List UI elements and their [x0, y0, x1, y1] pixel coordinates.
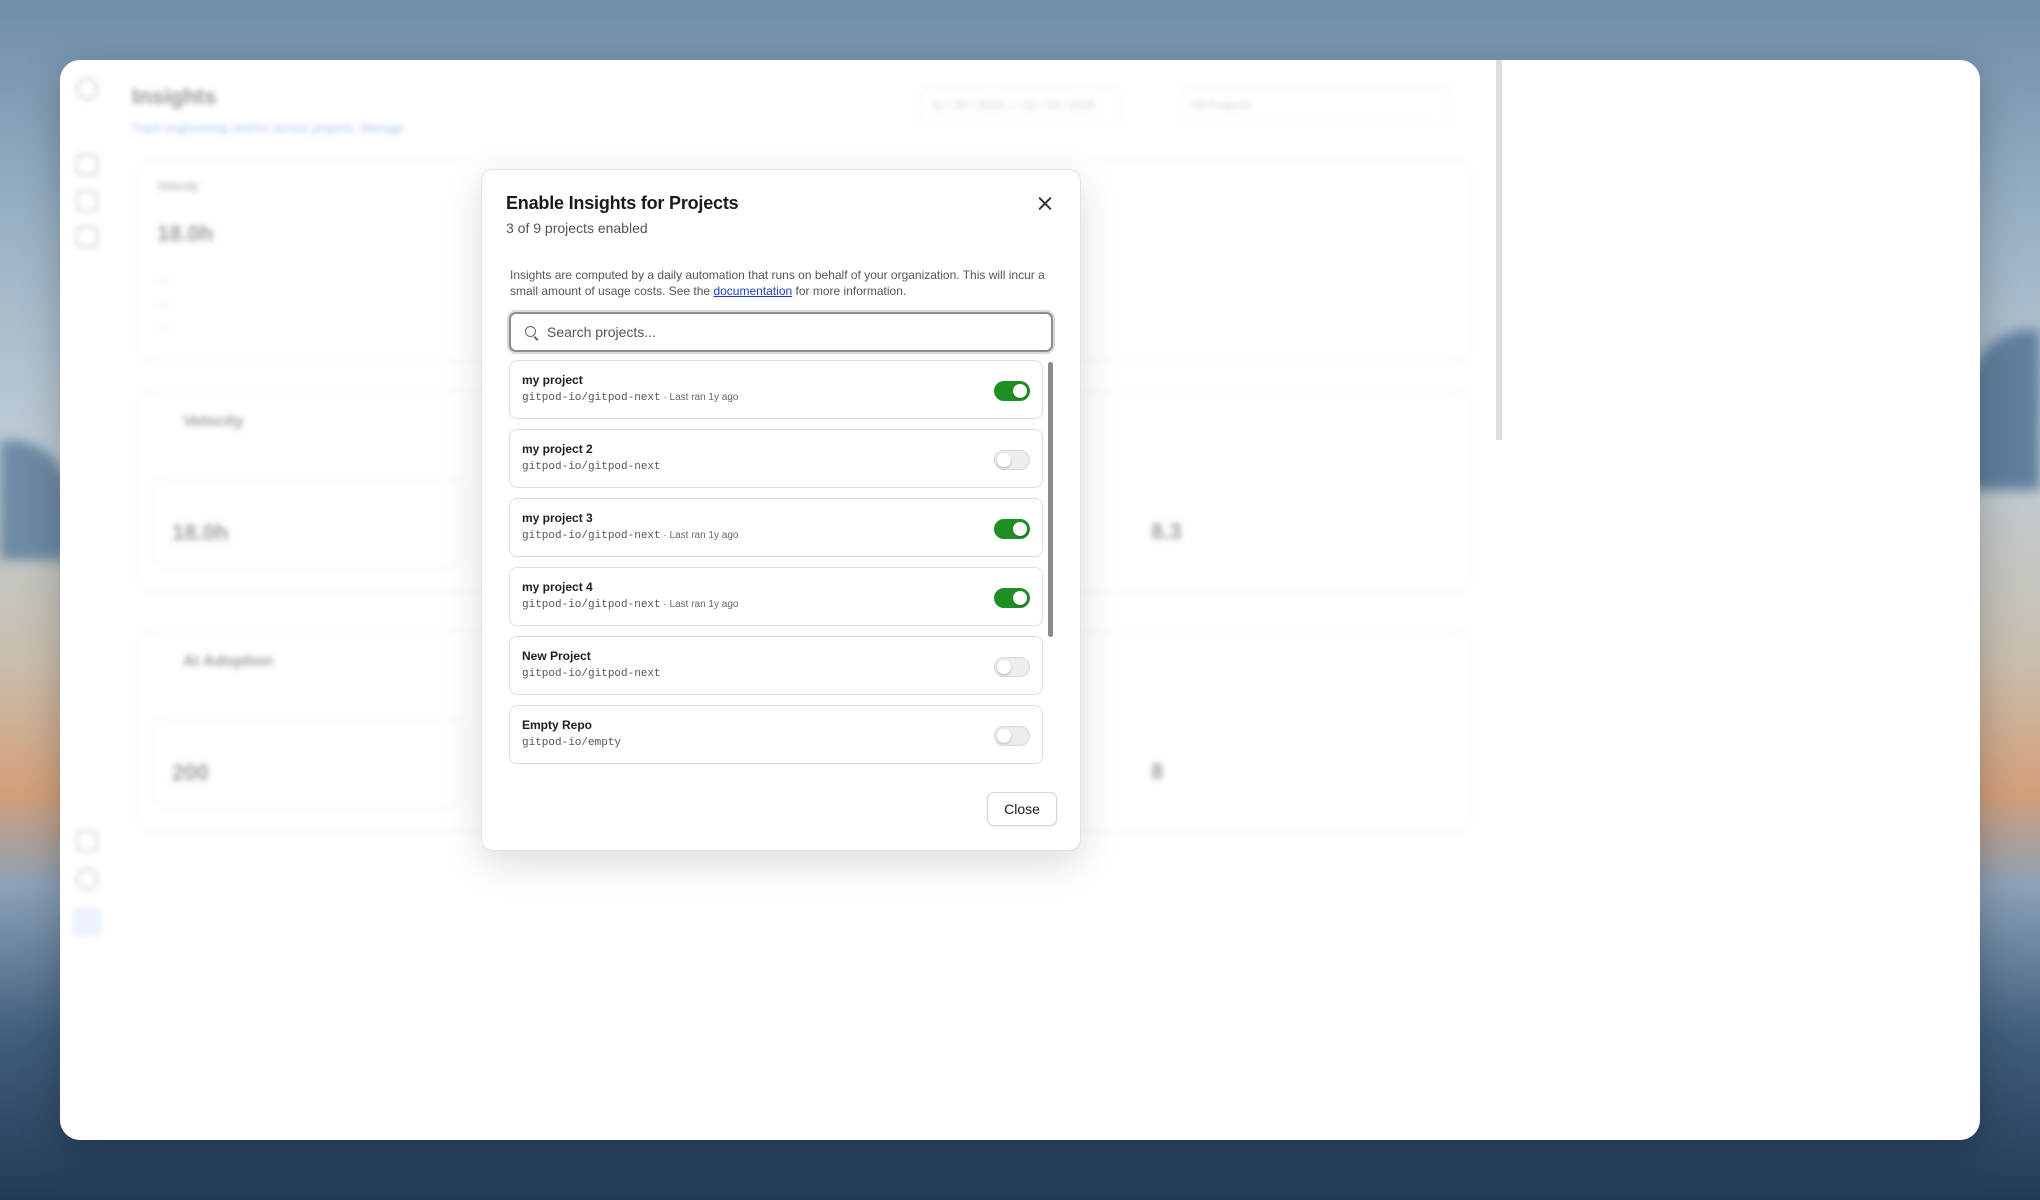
toggle-knob: [1013, 522, 1027, 536]
documentation-link[interactable]: documentation: [713, 284, 792, 298]
project-last-ran: · Last ran 1y ago: [660, 392, 739, 403]
project-enable-toggle[interactable]: [994, 657, 1030, 677]
project-list-item[interactable]: my project 2 gitpod-io/gitpod-next: [509, 429, 1043, 488]
project-enable-toggle[interactable]: [994, 381, 1030, 401]
project-meta: gitpod-io/gitpod-next: [522, 460, 661, 473]
project-last-ran: · Last ran 1y ago: [660, 530, 739, 541]
project-enable-toggle[interactable]: [994, 450, 1030, 470]
project-enable-toggle[interactable]: [994, 519, 1030, 539]
search-icon: [525, 326, 536, 337]
toggle-knob: [997, 729, 1011, 743]
toggle-knob: [997, 660, 1011, 674]
project-list-item[interactable]: my project 3 gitpod-io/gitpod-next · Last…: [509, 498, 1043, 557]
close-icon[interactable]: [1034, 193, 1056, 215]
close-button[interactable]: Close: [987, 792, 1057, 826]
search-field[interactable]: [509, 312, 1053, 352]
project-meta: gitpod-io/gitpod-next · Last ran 1y ago: [522, 391, 738, 404]
dialog-description: Insights are computed by a daily automat…: [510, 268, 1045, 298]
project-repo: gitpod-io/gitpod-next: [522, 461, 661, 473]
toggle-knob: [1013, 591, 1027, 605]
project-repo: gitpod-io/gitpod-next: [522, 599, 661, 611]
project-name: my project 3: [522, 511, 593, 525]
project-enable-toggle[interactable]: [994, 726, 1030, 746]
project-list-item[interactable]: my project 4 gitpod-io/gitpod-next · Last…: [509, 567, 1043, 626]
project-meta: gitpod-io/gitpod-next · Last ran 1y ago: [522, 598, 738, 611]
project-name: Empty Repo: [522, 718, 593, 732]
toggle-knob: [997, 453, 1011, 467]
scrollbar[interactable]: [1048, 362, 1053, 637]
project-meta: gitpod-io/empty: [522, 736, 621, 749]
toggle-knob: [1013, 384, 1027, 398]
background-scenery: [1970, 330, 2040, 490]
project-repo: gitpod-io/gitpod-next: [522, 392, 661, 404]
dialog-subtitle: 3 of 9 projects enabled: [506, 220, 648, 236]
project-meta: gitpod-io/gitpod-next: [522, 667, 661, 680]
project-repo: gitpod-io/gitpod-next: [522, 668, 661, 680]
project-enable-toggle[interactable]: [994, 588, 1030, 608]
project-name: my project 2: [522, 442, 593, 456]
enable-insights-dialog: Enable Insights for Projects 3 of 9 proj…: [481, 169, 1081, 851]
search-input[interactable]: [547, 314, 1027, 350]
project-list-item[interactable]: my project gitpod-io/gitpod-next · Last r…: [509, 360, 1043, 419]
project-list[interactable]: my project gitpod-io/gitpod-next · Last r…: [509, 360, 1051, 764]
project-meta: gitpod-io/gitpod-next · Last ran 1y ago: [522, 529, 738, 542]
app-window: Insights Track engineering metrics acros…: [60, 60, 1980, 1140]
project-repo: gitpod-io/empty: [522, 737, 622, 749]
project-list-item[interactable]: Empty Repo gitpod-io/empty: [509, 705, 1043, 764]
project-repo: gitpod-io/gitpod-next: [522, 530, 661, 542]
project-list-item[interactable]: New Project gitpod-io/gitpod-next: [509, 636, 1043, 695]
project-last-ran: · Last ran 1y ago: [660, 599, 739, 610]
project-name: my project: [522, 373, 583, 387]
project-name: New Project: [522, 649, 591, 663]
project-name: my project 4: [522, 580, 593, 594]
dialog-title: Enable Insights for Projects: [506, 193, 739, 213]
